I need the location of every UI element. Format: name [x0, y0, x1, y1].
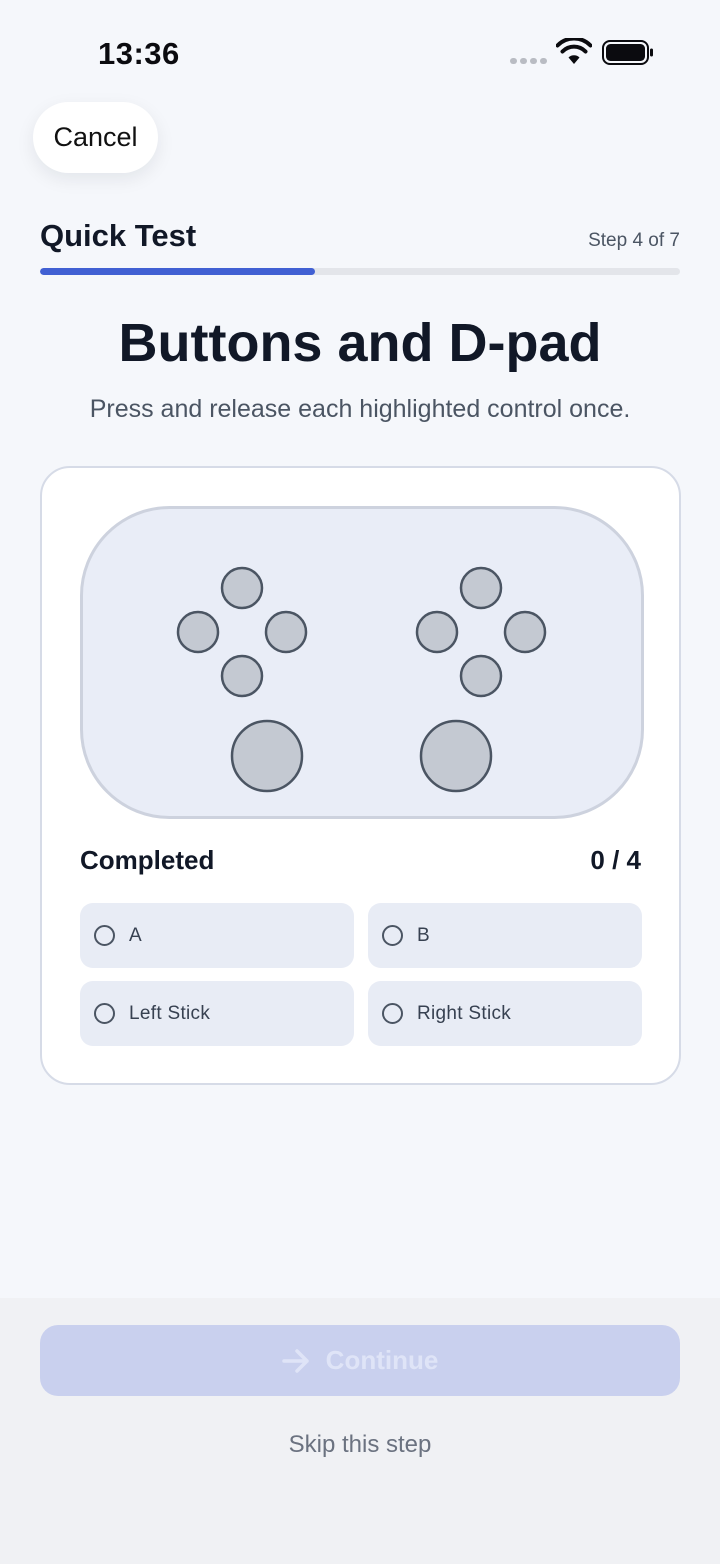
right-stick	[419, 719, 493, 793]
checklist-item-a[interactable]: A	[80, 903, 354, 968]
controller-test-card: Completed 0 / 4 A B Left Stick Right Sti…	[40, 466, 681, 1085]
completed-count: 0 / 4	[590, 845, 641, 875]
radio-unchecked-icon	[382, 925, 403, 946]
skip-step-link[interactable]: Skip this step	[0, 1431, 720, 1459]
radio-unchecked-icon	[94, 925, 115, 946]
header-title: Quick Test	[40, 218, 197, 253]
checklist-item-right-stick[interactable]: Right Stick	[368, 981, 642, 1046]
checklist-item-b[interactable]: B	[368, 903, 642, 968]
progress-bar	[40, 268, 680, 275]
bottom-panel: Continue Skip this step	[0, 1298, 720, 1564]
face-button-right	[503, 610, 547, 654]
checklist-item-label: Right Stick	[417, 1002, 512, 1024]
face-button-bottom	[459, 654, 503, 698]
status-time: 13:36	[98, 36, 180, 71]
checklist-item-label: B	[417, 924, 430, 946]
left-stick	[230, 719, 304, 793]
dpad-down-button	[220, 654, 264, 698]
dpad-right-button	[264, 610, 308, 654]
continue-button[interactable]: Continue	[40, 1325, 680, 1396]
test-header: Quick Test Step 4 of 7	[40, 216, 680, 260]
completed-label: Completed	[80, 845, 215, 875]
cancel-button[interactable]: Cancel	[33, 102, 158, 173]
page-subtitle: Press and release each highlighted contr…	[89, 395, 631, 423]
dpad-left-button	[176, 610, 220, 654]
continue-label: Continue	[325, 1345, 439, 1375]
radio-unchecked-icon	[382, 1003, 403, 1024]
controller-diagram	[80, 506, 644, 819]
signal-icon	[510, 58, 547, 64]
battery-icon	[602, 40, 653, 65]
checklist-item-label: A	[129, 924, 142, 946]
checklist-item-left-stick[interactable]: Left Stick	[80, 981, 354, 1046]
controller-body	[80, 506, 644, 819]
dpad-up-button	[220, 566, 264, 610]
arrow-right-icon	[281, 1348, 309, 1373]
wifi-icon	[556, 38, 592, 64]
checklist-item-label: Left Stick	[129, 1002, 211, 1024]
status-bar: 13:36	[0, 0, 720, 100]
face-button-left	[415, 610, 459, 654]
radio-unchecked-icon	[94, 1003, 115, 1024]
face-button-top	[459, 566, 503, 610]
page-title: Buttons and D-pad	[118, 313, 602, 373]
progress-bar-fill	[40, 268, 316, 275]
step-indicator: Step 4 of 7	[588, 230, 680, 251]
